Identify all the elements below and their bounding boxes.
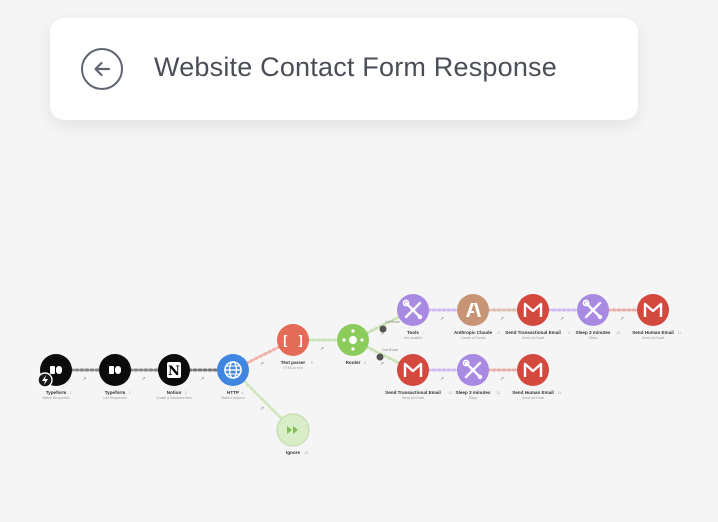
module-number: 2	[129, 391, 131, 395]
module-gmail2[interactable]: Send Human Email 11 Send an Email	[632, 294, 681, 340]
module-number: 3	[185, 391, 187, 395]
module-tools1[interactable]: Tools 7Set variable	[397, 294, 429, 340]
wrench-icon[interactable]: ↗	[500, 316, 504, 322]
module-notion[interactable]: N Notion 3Create a Database Item	[156, 354, 192, 400]
module-tools3[interactable]: Sleep 3 minutes 13 Sleep	[456, 354, 501, 400]
module-title: Send Human Email	[632, 330, 674, 335]
module-number: 1	[70, 391, 72, 395]
module-subtitle: Send an Email	[522, 396, 544, 400]
wrench-icon[interactable]: ↗	[440, 376, 444, 382]
module-number: 14	[558, 391, 562, 395]
module-subtitle: Sleep	[589, 336, 598, 340]
module-subtitle: Set variable	[404, 336, 422, 340]
module-gmail4[interactable]: Send Human Email 14 Send an Email	[512, 354, 562, 400]
module-subtitle: Make a request	[221, 396, 244, 400]
module-title: Sleep 3 minutes	[576, 330, 611, 335]
wrench-icon[interactable]: ↗	[320, 346, 324, 352]
schedule-trigger-icon[interactable]	[37, 372, 53, 388]
route-label: 2nd Route	[382, 348, 398, 352]
module-title: Send Human Email	[512, 390, 554, 395]
filter-icon-route-bottom[interactable]	[376, 353, 384, 361]
module-number: 10	[616, 331, 620, 335]
module-ignore[interactable]: Ignore 15	[276, 413, 310, 455]
module-number: 11	[678, 331, 682, 335]
wrench-icon[interactable]: ↗	[260, 361, 264, 367]
wrench-icon[interactable]: ↗	[141, 376, 145, 382]
wrench-icon[interactable]: ↗	[440, 316, 444, 322]
module-title: HTTP	[227, 390, 239, 395]
filter-icon-route-top[interactable]	[379, 325, 387, 333]
module-subtitle: Send an Email	[402, 396, 424, 400]
route-label: 1st Route	[385, 320, 400, 324]
module-title: Tools	[407, 330, 419, 335]
module-router[interactable]: Router 6	[337, 324, 369, 365]
svg-text:N: N	[168, 364, 180, 379]
wrench-icon[interactable]: ↗	[500, 376, 504, 382]
module-title: Anthropic Claude	[454, 330, 493, 335]
module-number: 5	[311, 361, 313, 365]
wrench-icon[interactable]: ↗	[82, 376, 86, 382]
module-number: 15	[304, 451, 308, 455]
module-subtitle: Send an Email	[642, 336, 664, 340]
module-claude[interactable]: Anthropic Claude 8 Create a Prompt	[454, 294, 500, 340]
module-http[interactable]: HTTP 4Make a request	[217, 354, 249, 400]
module-number: 12	[448, 391, 452, 395]
wrench-icon[interactable]: ↗	[620, 316, 624, 322]
wrench-icon[interactable]: ↗	[260, 406, 264, 412]
module-title: Typeform	[46, 390, 67, 395]
module-subtitle: Send an Email	[522, 336, 544, 340]
module-title: Typeform	[105, 390, 126, 395]
module-number: 9	[568, 331, 570, 335]
module-subtitle: List Responses	[103, 396, 126, 400]
wrench-icon[interactable]: ↗	[560, 316, 564, 322]
module-subtitle: HTML to text	[283, 366, 302, 370]
module-number: 8	[498, 331, 500, 335]
module-typeform2[interactable]: Typeform 2List Responses	[99, 354, 131, 400]
module-number: 13	[496, 391, 500, 395]
brackets-icon: [ ]	[281, 334, 304, 349]
module-number: 4	[241, 391, 243, 395]
module-title: Notion	[167, 390, 182, 395]
notion-icon: N	[167, 362, 181, 379]
module-bubble[interactable]	[457, 294, 489, 326]
module-number: 7	[423, 331, 425, 335]
wrench-icon[interactable]: ↗	[380, 361, 384, 367]
module-title: Sleep 3 minutes	[456, 390, 491, 395]
wrench-icon[interactable]: ↗	[200, 376, 204, 382]
module-title: Ignore	[286, 450, 300, 455]
module-subtitle: Watch Responses	[42, 396, 70, 400]
module-title: Send Transactional Email	[385, 390, 441, 395]
module-subtitle: Create a Prompt	[461, 336, 486, 340]
module-subtitle: Create a Database Item	[156, 396, 192, 400]
svg-text:[ ]: [ ]	[281, 334, 304, 349]
module-title: Send Transactional Email	[505, 330, 561, 335]
module-title: Text parser	[281, 360, 306, 365]
module-parser[interactable]: [ ] Text parser 5 HTML to text	[277, 324, 313, 370]
module-title: Router	[346, 360, 361, 365]
scenario-canvas: ↗ ↗ ↗↗↗↗↗ ↗ ↗ ↗↗↗ ↗↗1st Route2nd RouteTypeform…	[37, 294, 681, 455]
module-tools2[interactable]: Sleep 3 minutes 10 Sleep	[576, 294, 621, 340]
module-subtitle: Sleep	[469, 396, 478, 400]
module-number: 6	[364, 361, 366, 365]
